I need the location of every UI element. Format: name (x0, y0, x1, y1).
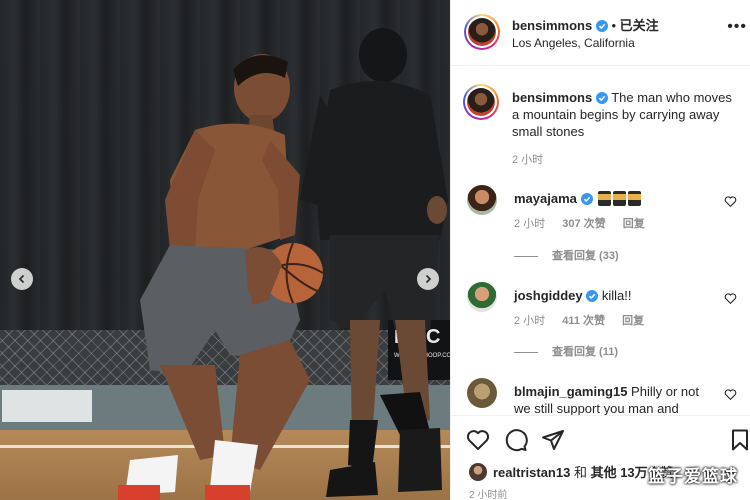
next-photo-button[interactable] (417, 268, 439, 290)
comment-bubble-icon[interactable] (504, 428, 528, 452)
save-bookmark-icon[interactable] (728, 428, 750, 452)
post-action-bar: realtristan13 和 其他 13万个赞 2 小时前 (451, 415, 750, 500)
post-details-panel: bensimmons • 已关注 Los Angeles, California… (450, 0, 750, 500)
view-replies-label: 查看回复 (11) (552, 346, 619, 358)
comment-text: joshgiddey killa!! (514, 287, 714, 304)
comment-likes[interactable]: 411 次赞 (562, 315, 605, 327)
liker-avatar (469, 463, 487, 481)
comment-body: killa!! (601, 288, 632, 303)
comment-time: 2 小时 (514, 315, 546, 327)
reply-button[interactable]: 回复 (623, 218, 645, 230)
comment-username[interactable]: blmajin_gaming15 (514, 384, 627, 399)
verified-badge-icon (580, 193, 593, 205)
post-photo[interactable]: ROC WWW.JUSHOOP.CO (0, 0, 450, 500)
watermark-text: 篮子爱篮球 (648, 467, 738, 486)
commenter-avatar[interactable] (467, 378, 497, 408)
comment-text: blmajin_gaming15 Philly or not we still … (514, 383, 714, 417)
view-replies-button[interactable]: 查看回复 (33) (514, 247, 619, 263)
family-emoji-icon (628, 191, 642, 206)
comment-time: 2 小时 (514, 218, 546, 230)
family-emoji-icon (598, 191, 612, 206)
comment-meta: 2 小时 307 次赞 回复 (514, 215, 659, 231)
chevron-left-icon (18, 274, 25, 284)
caption-avatar[interactable] (463, 84, 499, 120)
chevron-right-icon (425, 274, 432, 284)
comment-username[interactable]: joshgiddey (514, 288, 583, 303)
view-replies-button[interactable]: 查看回复 (11) (514, 343, 618, 359)
author-username[interactable]: bensimmons (512, 18, 592, 33)
liker-username[interactable]: realtristan13 (493, 465, 570, 480)
verified-badge-icon (595, 20, 608, 32)
view-replies-label: 查看回复 (33) (552, 250, 619, 262)
share-paper-plane-icon[interactable] (541, 428, 565, 452)
comment-username[interactable]: mayajama (514, 191, 577, 206)
previous-photo-button[interactable] (11, 268, 33, 290)
commenter-avatar[interactable] (467, 185, 497, 215)
like-heart-icon[interactable] (466, 428, 490, 452)
players-illustration (118, 28, 448, 500)
replies-divider (514, 255, 538, 257)
author-avatar[interactable] (464, 14, 500, 50)
post-header: bensimmons • 已关注 Los Angeles, California… (451, 0, 750, 66)
post-caption: bensimmons The man who moves a mountain … (512, 89, 742, 140)
verified-badge-icon (595, 92, 608, 104)
verified-badge-icon (586, 290, 599, 302)
comment-text: mayajama (514, 190, 714, 207)
likes-summary[interactable]: realtristan13 和 其他 13万个赞 (469, 462, 674, 481)
comment-likes[interactable]: 307 次赞 (562, 218, 605, 230)
caption-username[interactable]: bensimmons (512, 90, 592, 105)
commenter-avatar[interactable] (467, 282, 497, 312)
post-timestamp: 2 小时前 (469, 490, 508, 500)
post-location[interactable]: Los Angeles, California (512, 36, 635, 50)
caption-timestamp: 2 小时 (512, 154, 544, 166)
likes-and: 和 (573, 465, 587, 480)
like-comment-heart-icon[interactable] (724, 388, 737, 401)
replies-divider (514, 351, 538, 353)
more-options-icon[interactable]: ••• (727, 19, 747, 35)
family-emoji-icon (613, 191, 627, 206)
header-separator: • (611, 18, 616, 33)
reply-button[interactable]: 回复 (622, 315, 644, 327)
defender-figure (300, 28, 448, 497)
author-line: bensimmons • 已关注 (512, 15, 659, 34)
following-button[interactable]: 已关注 (620, 18, 659, 33)
comment-meta: 2 小时 411 次赞 回复 (514, 312, 658, 328)
likes-others[interactable]: 其他 13万 (591, 465, 648, 480)
like-comment-heart-icon[interactable] (724, 292, 737, 305)
like-comment-heart-icon[interactable] (724, 195, 737, 208)
